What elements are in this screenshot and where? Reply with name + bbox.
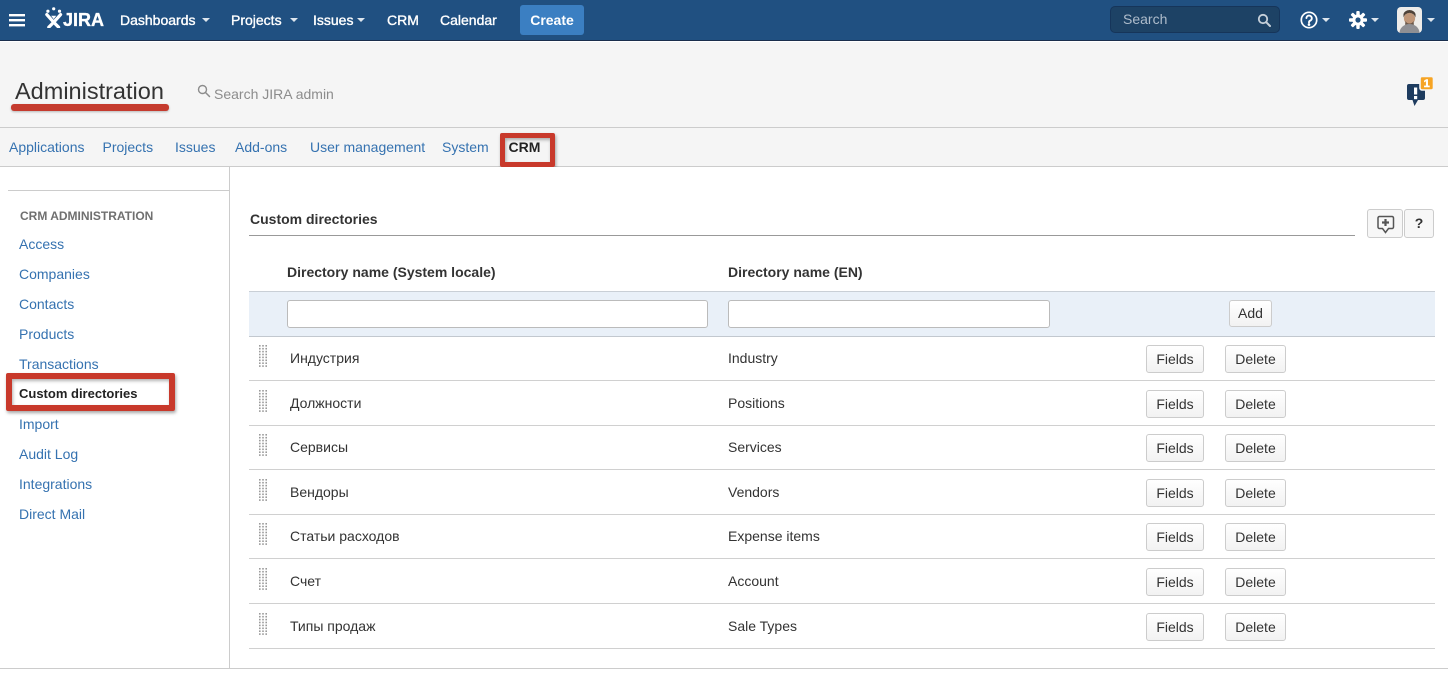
svg-text:1: 1 (1424, 78, 1430, 90)
